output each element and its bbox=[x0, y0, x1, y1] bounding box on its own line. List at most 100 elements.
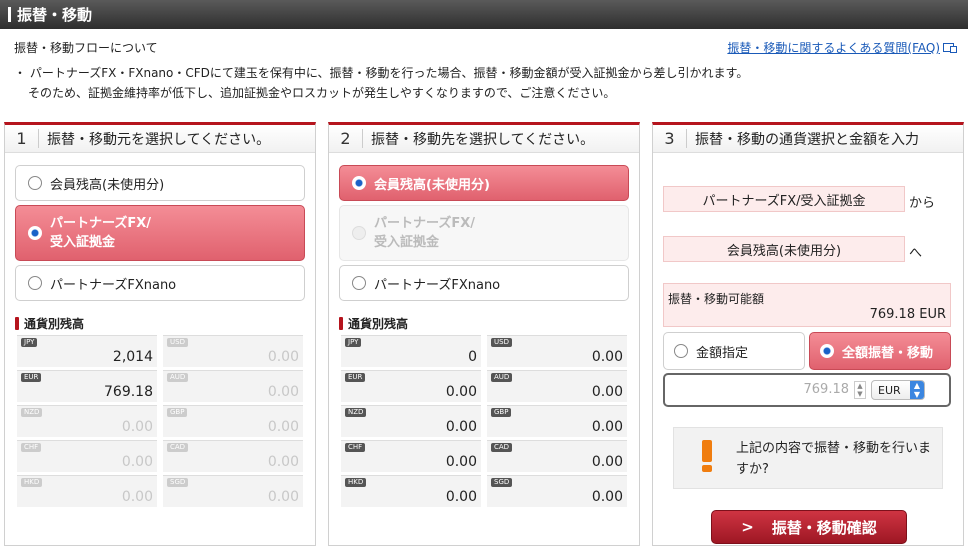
panel-amount-title: 振替・移動の通貨選択と金額を入力 bbox=[695, 131, 919, 148]
currency-code-badge: GBP bbox=[167, 408, 188, 417]
option-label: パートナーズFXnano bbox=[50, 277, 177, 293]
radio-icon[interactable] bbox=[674, 344, 688, 358]
amount-specify-option[interactable]: 金額指定 bbox=[663, 332, 805, 370]
currency-amount: 0.00 bbox=[267, 419, 299, 435]
currency-amount: 0.00 bbox=[267, 384, 299, 400]
currency-code-badge: GBP bbox=[491, 408, 512, 417]
currency-code-badge: SGD bbox=[167, 478, 189, 487]
step-number: 1 bbox=[5, 129, 39, 148]
currency-amount: 0.00 bbox=[591, 384, 623, 400]
currency-amount: 0.00 bbox=[445, 419, 477, 435]
amount-input[interactable]: 769.18 bbox=[804, 382, 850, 397]
balance-cell-chf: CHF 0.00 bbox=[17, 440, 157, 472]
option-label: 会員残高(未使用分) bbox=[374, 177, 490, 193]
panel-source-header: 1 振替・移動元を選択してください。 bbox=[5, 125, 315, 153]
source-option-member-balance[interactable]: 会員残高(未使用分) bbox=[15, 165, 305, 201]
option-label: 会員残高(未使用分) bbox=[50, 177, 165, 193]
source-option-partners-fx[interactable]: パートナーズFX/ 受入証拠金 bbox=[15, 205, 305, 261]
confirm-transfer-button[interactable]: > 振替・移動確認 bbox=[711, 510, 907, 544]
available-value: 769.18 EUR bbox=[869, 307, 946, 322]
to-suffix: へ bbox=[909, 246, 923, 261]
currency-code-badge: AUD bbox=[491, 373, 513, 382]
balance-cell-hkd: HKD 0.00 bbox=[341, 475, 481, 507]
option-label-line-1: パートナーズFX/ bbox=[50, 216, 152, 231]
header-accent-bar bbox=[8, 7, 11, 22]
option-label-line-2: 受入証拠金 bbox=[50, 235, 116, 250]
balance-section-label: 通貨別残高 bbox=[15, 315, 84, 332]
balance-section-label: 通貨別残高 bbox=[339, 315, 408, 332]
balance-cell-usd: USD 0.00 bbox=[487, 335, 627, 367]
radio-selected-icon[interactable] bbox=[352, 176, 366, 190]
radio-icon[interactable] bbox=[28, 276, 42, 290]
currency-amount: 0.00 bbox=[267, 349, 299, 365]
balance-cell-usd: USD 0.00 bbox=[163, 335, 303, 367]
faq-link-label[interactable]: 振替・移動に関するよくある質問(FAQ) bbox=[727, 39, 940, 56]
radio-selected-icon[interactable] bbox=[820, 344, 834, 358]
step-number: 3 bbox=[653, 129, 687, 148]
panel-destination-header: 2 振替・移動先を選択してください。 bbox=[329, 125, 639, 153]
currency-code-badge: CHF bbox=[21, 443, 42, 452]
currency-amount: 0.00 bbox=[445, 384, 477, 400]
notice-text: ・ パートナーズFX・FXnano・CFDにて建玉を保有中に、振替・移動を行った… bbox=[14, 63, 914, 103]
currency-code-badge: SGD bbox=[491, 478, 513, 487]
amount-stepper[interactable]: ▲ ▼ bbox=[854, 381, 866, 399]
balance-cell-cad: CAD 0.00 bbox=[487, 440, 627, 472]
step-number: 2 bbox=[329, 129, 363, 148]
currency-amount: 0.00 bbox=[121, 419, 153, 435]
currency-amount: 0.00 bbox=[591, 454, 623, 470]
currency-amount: 0.00 bbox=[121, 454, 153, 470]
external-window-icon bbox=[943, 43, 957, 53]
amount-mode-selector: 金額指定 全額振替・移動 bbox=[663, 332, 951, 370]
radio-icon[interactable] bbox=[28, 176, 42, 190]
balance-cell-chf: CHF 0.00 bbox=[341, 440, 481, 472]
balance-cell-aud: AUD 0.00 bbox=[487, 370, 627, 402]
balance-cell-hkd: HKD 0.00 bbox=[17, 475, 157, 507]
currency-amount: 0.00 bbox=[445, 454, 477, 470]
option-label: パートナーズFXnano bbox=[374, 277, 501, 293]
source-option-fxnano[interactable]: パートナーズFXnano bbox=[15, 265, 305, 301]
balance-cell-gbp: GBP 0.00 bbox=[487, 405, 627, 437]
option-label: 全額振替・移動 bbox=[842, 345, 934, 361]
from-account: パートナーズFX/受入証拠金 bbox=[663, 186, 905, 212]
currency-code-badge: CAD bbox=[167, 443, 189, 452]
currency-select[interactable]: EUR ▲ ▼ bbox=[871, 380, 925, 400]
confirm-message-box: 上記の内容で振替・移動を行いますか? bbox=[673, 427, 943, 489]
currency-code-badge: NZD bbox=[345, 408, 367, 417]
dest-option-member-balance[interactable]: 会員残高(未使用分) bbox=[339, 165, 629, 201]
notice-line-1: ・ パートナーズFX・FXnano・CFDにて建玉を保有中に、振替・移動を行った… bbox=[14, 66, 749, 80]
currency-amount: 0.00 bbox=[591, 349, 623, 365]
balance-cell-nzd: NZD 0.00 bbox=[17, 405, 157, 437]
balance-cell-eur: EUR 769.18 bbox=[17, 370, 157, 402]
dest-option-partners-fx: パートナーズFX/ 受入証拠金 bbox=[339, 205, 629, 261]
balance-cell-nzd: NZD 0.00 bbox=[341, 405, 481, 437]
balance-cell-cad: CAD 0.00 bbox=[163, 440, 303, 472]
currency-code-badge: JPY bbox=[345, 338, 362, 347]
radio-icon[interactable] bbox=[352, 276, 366, 290]
currency-code-badge: AUD bbox=[167, 373, 189, 382]
from-suffix: から bbox=[909, 196, 936, 211]
balance-cell-gbp: GBP 0.00 bbox=[163, 405, 303, 437]
dest-option-fxnano[interactable]: パートナーズFXnano bbox=[339, 265, 629, 301]
panel-destination-title: 振替・移動先を選択してください。 bbox=[371, 131, 595, 148]
amount-full-option[interactable]: 全額振替・移動 bbox=[809, 332, 951, 370]
panel-source: 1 振替・移動元を選択してください。 会員残高(未使用分) パートナーズFX/ … bbox=[4, 122, 316, 546]
balance-cell-sgd: SGD 0.00 bbox=[163, 475, 303, 507]
faq-link[interactable]: 振替・移動に関するよくある質問(FAQ) bbox=[727, 39, 957, 56]
currency-code-badge: HKD bbox=[345, 478, 367, 487]
confirm-message: 上記の内容で振替・移動を行いますか? bbox=[736, 441, 932, 477]
balance-cell-aud: AUD 0.00 bbox=[163, 370, 303, 402]
currency-value: EUR bbox=[878, 383, 901, 397]
currency-amount: 0.00 bbox=[267, 489, 299, 505]
confirm-button-label: 振替・移動確認 bbox=[771, 518, 877, 537]
currency-amount: 2,014 bbox=[112, 349, 153, 365]
currency-code-badge: CHF bbox=[345, 443, 366, 452]
panel-source-title: 振替・移動元を選択してください。 bbox=[47, 131, 271, 148]
currency-code-badge: CAD bbox=[491, 443, 513, 452]
flow-title: 振替・移動フローについて bbox=[14, 41, 158, 55]
radio-disabled-icon bbox=[352, 226, 366, 240]
radio-selected-icon[interactable] bbox=[28, 226, 42, 240]
option-label: パートナーズFX/ 受入証拠金 bbox=[50, 214, 151, 252]
warning-icon bbox=[700, 440, 714, 474]
currency-amount: 0.00 bbox=[267, 454, 299, 470]
option-label-line-1: パートナーズFX/ bbox=[374, 216, 476, 231]
